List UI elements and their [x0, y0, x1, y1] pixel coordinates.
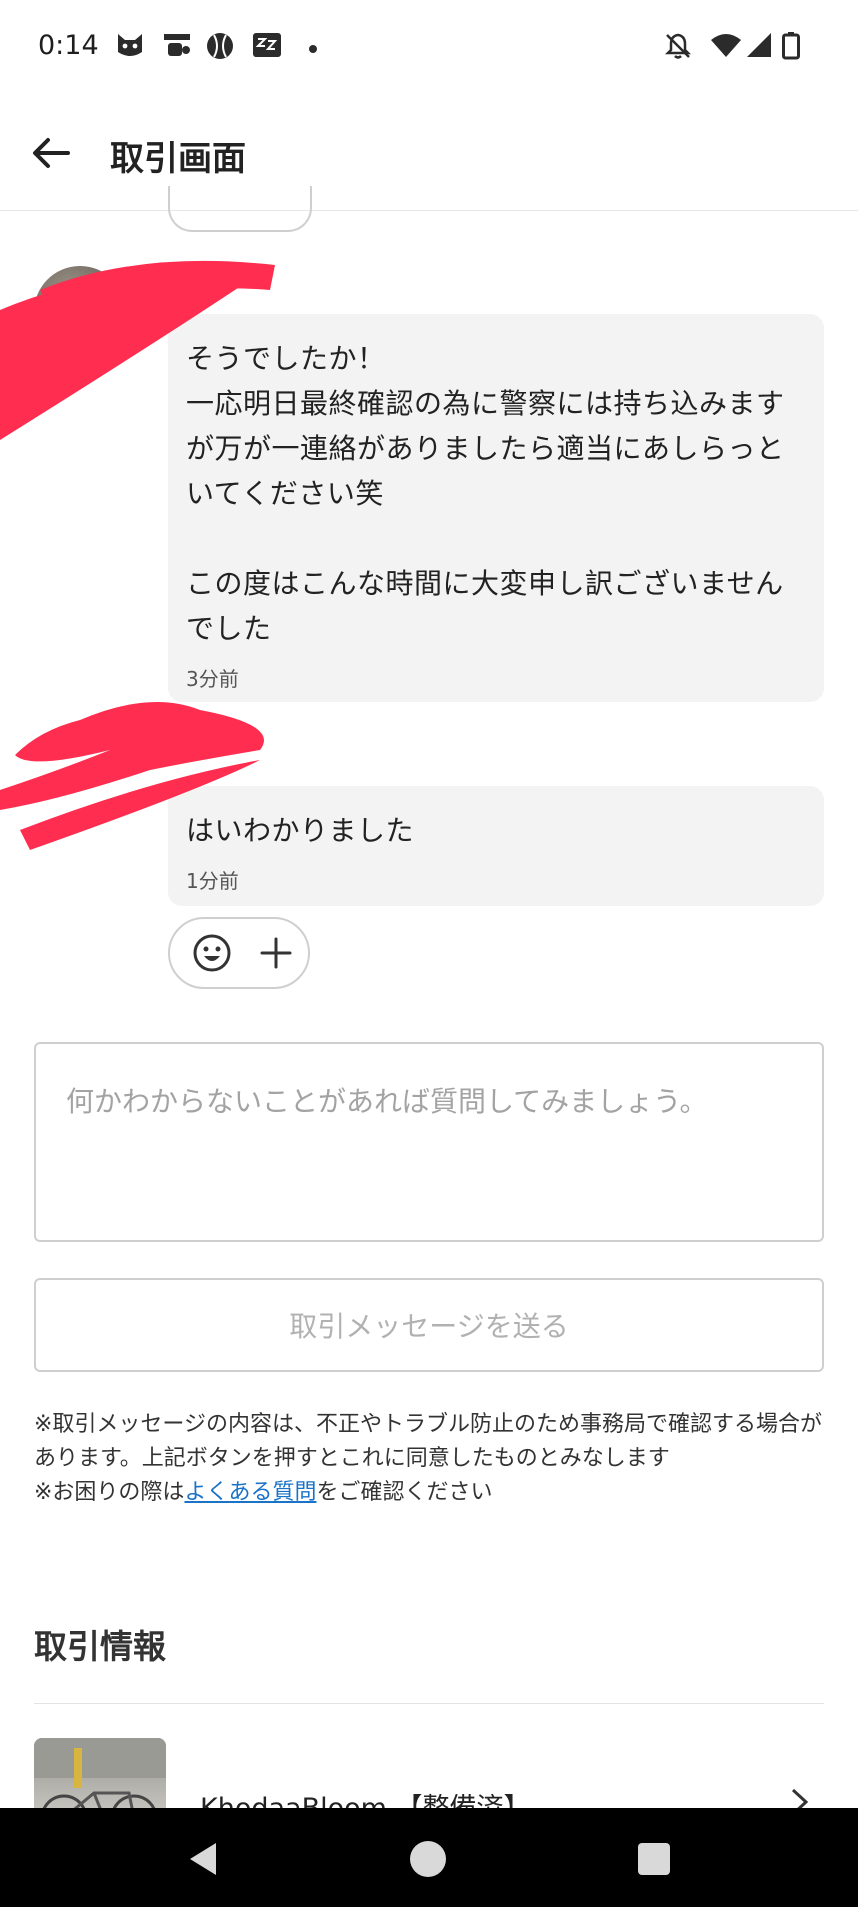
- message-time: 1分前: [186, 869, 239, 893]
- message-input[interactable]: [34, 1042, 824, 1242]
- section-title: 取引情報: [34, 1627, 166, 1666]
- system-nav-bar: [0, 1808, 858, 1907]
- app-header: 取引画面: [0, 96, 858, 211]
- ball-icon: [207, 33, 233, 59]
- previous-reaction-pill[interactable]: [168, 186, 312, 232]
- notice-prefix: ※お困りの際は: [34, 1480, 185, 1505]
- faq-link[interactable]: よくある質問: [184, 1480, 316, 1505]
- status-time: 0:14: [38, 30, 99, 61]
- wifi-icon: [711, 34, 741, 57]
- arrow-left-icon[interactable]: [28, 130, 74, 176]
- notice-text: ※取引メッセージの内容は、不正やトラブル防止のため事務局で確認する場合があります…: [34, 1408, 830, 1510]
- redaction-scribble: [0, 260, 275, 440]
- notice-line-2: ※お困りの際はよくある質問をご確認ください: [34, 1476, 830, 1510]
- reaction-pill[interactable]: [168, 917, 310, 989]
- nav-recents-icon[interactable]: [638, 1843, 670, 1875]
- product-row[interactable]: KhodaaBloom 【整備済】: [0, 1704, 858, 1808]
- dot-icon: [309, 45, 317, 53]
- battery-icon: [782, 32, 800, 60]
- redaction-scribble: [0, 702, 264, 850]
- signal-icon: [747, 33, 771, 57]
- cat-icon: [118, 34, 142, 56]
- plus-icon[interactable]: [258, 935, 294, 971]
- nav-back-icon[interactable]: [188, 1841, 220, 1877]
- notice-line-1: ※取引メッセージの内容は、不正やトラブル防止のため事務局で確認する場合があります…: [34, 1412, 822, 1471]
- product-thumbnail: [34, 1738, 166, 1808]
- bell-off-icon: [664, 33, 692, 59]
- bicycle-photo: [34, 1738, 166, 1808]
- smile-icon[interactable]: [192, 933, 232, 973]
- send-message-button[interactable]: 取引メッセージを送る: [34, 1278, 824, 1372]
- product-title[interactable]: KhodaaBloom 【整備済】: [200, 1786, 531, 1808]
- notice-suffix: をご確認ください: [316, 1480, 493, 1505]
- status-bar: 0:14: [0, 0, 858, 96]
- page-title: 取引画面: [110, 139, 246, 179]
- nav-home-icon[interactable]: [410, 1841, 446, 1877]
- app-icon: [164, 34, 190, 56]
- chevron-right-icon[interactable]: [788, 1786, 812, 1808]
- zzz-icon: [253, 33, 281, 57]
